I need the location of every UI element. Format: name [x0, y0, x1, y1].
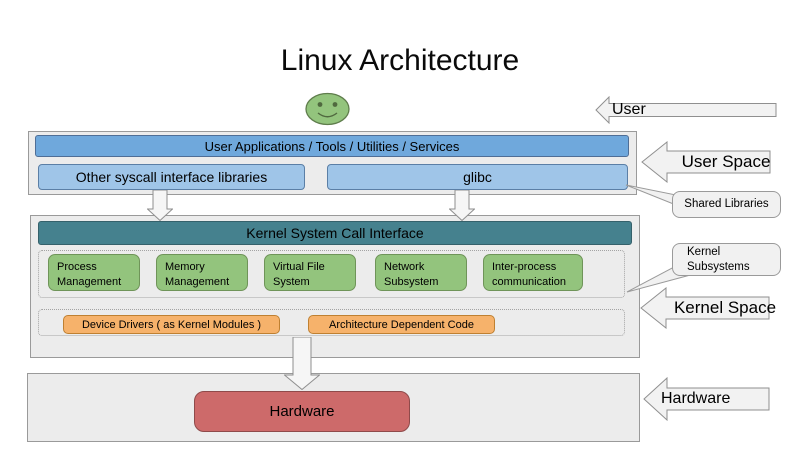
- user-arrow-label: User: [595, 96, 794, 124]
- hardware-box-label: Hardware: [269, 403, 334, 420]
- subsystem-memory-management: Memory Management: [156, 254, 248, 291]
- glibc-box: glibc: [327, 164, 628, 190]
- syscall-down-arrow-left: [147, 190, 173, 221]
- device-drivers-box: Device Drivers ( as Kernel Modules ): [63, 315, 280, 334]
- kernel-syscall-interface-bar: Kernel System Call Interface: [38, 221, 632, 245]
- hardware-down-arrow: [284, 337, 320, 390]
- device-drivers-label: Device Drivers ( as Kernel Modules ): [82, 319, 261, 331]
- subsystem-virtual-file-system: Virtual File System: [264, 254, 356, 291]
- kernel-subsystems-label: Kernel Subsystems: [687, 245, 750, 275]
- user-arrow: User: [595, 96, 777, 124]
- hardware-box: Hardware: [194, 391, 410, 432]
- syscall-down-arrow-right: [449, 190, 475, 221]
- subsystem-network-subsystem: Network Subsystem: [375, 254, 467, 291]
- user-space-arrow-label: User Space: [641, 141, 791, 183]
- hardware-arrow-label: Hardware: [643, 377, 788, 421]
- user-applications-bar: User Applications / Tools / Utilities / …: [35, 135, 629, 157]
- page-title: Linux Architecture: [0, 44, 800, 78]
- hardware-arrow: Hardware: [643, 377, 770, 421]
- other-syscall-libraries-label: Other syscall interface libraries: [76, 169, 267, 185]
- architecture-dependent-code-box: Architecture Dependent Code: [308, 315, 495, 334]
- glibc-label: glibc: [463, 169, 492, 185]
- shared-libraries-callout: Shared Libraries: [672, 191, 781, 218]
- kernel-syscall-interface-label: Kernel System Call Interface: [246, 225, 423, 241]
- user-applications-label: User Applications / Tools / Utilities / …: [205, 139, 460, 154]
- kernel-subsystems-callout: Kernel Subsystems: [672, 243, 781, 276]
- subsystem-process-management: Process Management: [48, 254, 140, 291]
- user-space-arrow: User Space: [641, 141, 771, 183]
- architecture-dependent-code-label: Architecture Dependent Code: [329, 319, 474, 331]
- linux-architecture-diagram: Linux Architecture User User Application…: [0, 0, 800, 452]
- smiley-face-icon: [304, 92, 351, 127]
- other-syscall-libraries-box: Other syscall interface libraries: [38, 164, 305, 190]
- shared-libraries-label: Shared Libraries: [684, 197, 768, 212]
- subsystem-inter-process-communication: Inter-process communication: [483, 254, 583, 291]
